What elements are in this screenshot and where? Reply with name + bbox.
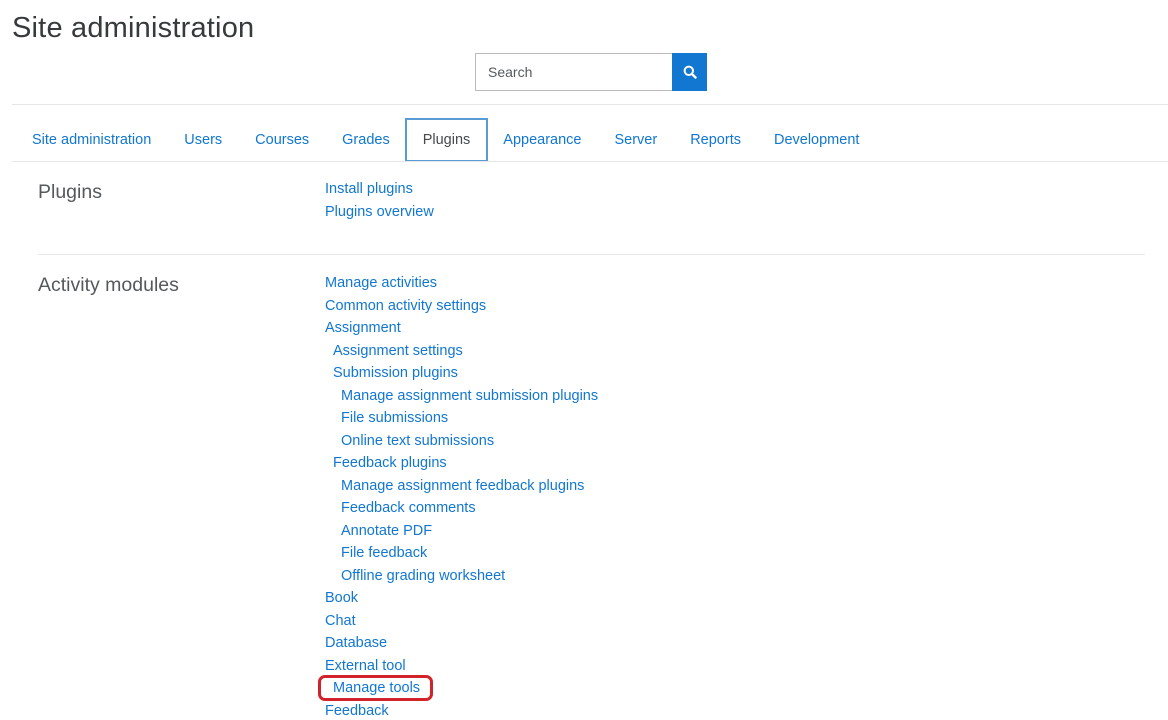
header-divider (12, 104, 1168, 105)
link-common-activity-settings[interactable]: Common activity settings (325, 295, 598, 318)
link-plugins-overview[interactable]: Plugins overview (325, 201, 434, 224)
admin-tabs: Site administration Users Courses Grades… (20, 118, 880, 162)
link-annotate-pdf[interactable]: Annotate PDF (325, 520, 598, 543)
link-chat[interactable]: Chat (325, 610, 598, 633)
link-online-text-submissions[interactable]: Online text submissions (325, 430, 598, 453)
search-form (475, 53, 707, 91)
tab-reports[interactable]: Reports (678, 118, 753, 162)
link-feedback-plugins[interactable]: Feedback plugins (325, 452, 598, 475)
tab-users[interactable]: Users (172, 118, 234, 162)
section-heading-activity-modules: Activity modules (38, 274, 179, 296)
tab-development[interactable]: Development (762, 118, 871, 162)
tab-appearance[interactable]: Appearance (491, 118, 593, 162)
tab-server[interactable]: Server (602, 118, 669, 162)
search-button[interactable] (672, 53, 707, 91)
activity-modules-link-list: Manage activities Common activity settin… (325, 272, 598, 720)
link-assignment[interactable]: Assignment (325, 317, 598, 340)
link-submission-plugins[interactable]: Submission plugins (325, 362, 598, 385)
section-divider (38, 254, 1145, 255)
plugins-link-list: Install plugins Plugins overview (325, 178, 434, 223)
page: Site administration Site administration … (0, 0, 1168, 720)
link-manage-assignment-feedback-plugins[interactable]: Manage assignment feedback plugins (325, 475, 598, 498)
link-feedback-comments[interactable]: Feedback comments (325, 497, 598, 520)
link-install-plugins[interactable]: Install plugins (325, 178, 434, 201)
search-icon (683, 65, 697, 79)
link-external-tool[interactable]: External tool (325, 655, 598, 678)
link-manage-assignment-submission-plugins[interactable]: Manage assignment submission plugins (325, 385, 598, 408)
tab-grades[interactable]: Grades (330, 118, 402, 162)
link-file-feedback[interactable]: File feedback (325, 542, 598, 565)
tab-plugins[interactable]: Plugins (404, 118, 489, 162)
link-assignment-settings[interactable]: Assignment settings (325, 340, 598, 363)
page-title: Site administration (12, 12, 255, 44)
link-file-submissions[interactable]: File submissions (325, 407, 598, 430)
link-database[interactable]: Database (325, 632, 598, 655)
tab-courses[interactable]: Courses (243, 118, 321, 162)
tab-site-administration[interactable]: Site administration (20, 118, 163, 162)
link-offline-grading-worksheet[interactable]: Offline grading worksheet (325, 565, 598, 588)
link-book[interactable]: Book (325, 587, 598, 610)
link-manage-activities[interactable]: Manage activities (325, 272, 598, 295)
link-feedback[interactable]: Feedback (325, 700, 598, 720)
search-input[interactable] (475, 53, 672, 91)
section-heading-plugins: Plugins (38, 181, 102, 203)
link-manage-tools[interactable]: Manage tools (325, 677, 598, 700)
tabs-divider (12, 161, 1168, 162)
